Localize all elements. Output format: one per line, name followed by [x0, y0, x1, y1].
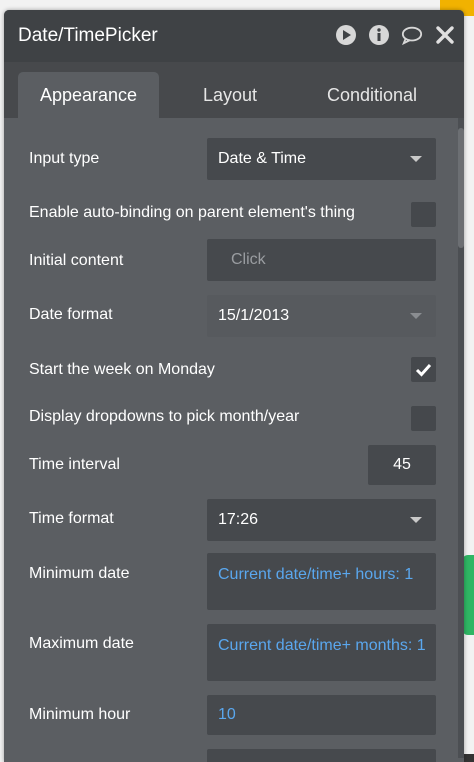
tab-appearance[interactable]: Appearance: [18, 72, 159, 118]
next-field-partial[interactable]: [207, 749, 436, 762]
tab-bar: Appearance Layout Conditional: [4, 62, 464, 118]
maximum-date-label: Maximum date: [29, 635, 134, 652]
close-icon[interactable]: [434, 24, 456, 46]
tab-layout[interactable]: Layout: [174, 72, 286, 118]
input-type-dropdown[interactable]: Date & Time: [207, 138, 436, 180]
time-interval-label: Time interval: [29, 456, 120, 473]
minimum-hour-value: 10: [218, 706, 236, 723]
auto-binding-label: Enable auto-binding on parent element's …: [29, 204, 355, 221]
minimum-date-value: Current date/time+ hours: 1: [218, 566, 414, 583]
time-interval-value: 45: [393, 456, 411, 473]
tab-conditional[interactable]: Conditional: [304, 72, 440, 118]
initial-content-input[interactable]: Click: [207, 239, 436, 281]
initial-content-label: Initial content: [29, 252, 124, 269]
start-monday-checkbox[interactable]: [411, 357, 436, 382]
time-format-label: Time format: [29, 510, 114, 527]
date-format-label: Date format: [29, 306, 113, 323]
time-format-value: 17:26: [218, 511, 259, 528]
input-type-label: Input type: [29, 150, 100, 167]
dropdowns-label: Display dropdowns to pick month/year: [29, 408, 300, 425]
info-icon[interactable]: [368, 24, 390, 46]
panel-titlebar[interactable]: Date/TimePicker: [4, 10, 464, 62]
play-icon[interactable]: [335, 24, 357, 46]
time-format-dropdown[interactable]: 17:26: [207, 499, 436, 541]
checkmark-icon: [415, 363, 432, 377]
date-format-value: 15/1/2013: [218, 307, 290, 324]
dropdowns-checkbox[interactable]: [411, 406, 436, 431]
initial-content-placeholder: Click: [231, 251, 266, 268]
minimum-hour-label: Minimum hour: [29, 706, 131, 723]
minimum-date-expression[interactable]: Current date/time+ hours: 1: [207, 553, 436, 610]
panel-title: Date/TimePicker: [18, 25, 158, 46]
time-interval-input[interactable]: 45: [368, 445, 436, 485]
chevron-down-icon: [410, 313, 422, 319]
auto-binding-checkbox[interactable]: [411, 202, 436, 227]
maximum-date-expression[interactable]: Current date/time+ months: 1: [207, 624, 436, 681]
input-type-value: Date & Time: [218, 150, 307, 167]
property-editor-panel: Date/TimePicker Appearance Layout Condit…: [4, 10, 464, 762]
minimum-date-label: Minimum date: [29, 565, 130, 582]
chevron-down-icon: [410, 517, 422, 523]
title-icons: [335, 24, 456, 46]
chevron-down-icon: [410, 156, 422, 162]
start-monday-label: Start the week on Monday: [29, 361, 215, 378]
scrollbar-thumb[interactable]: [458, 128, 464, 248]
date-format-dropdown[interactable]: 15/1/2013: [207, 295, 436, 337]
comment-icon[interactable]: [401, 24, 423, 46]
maximum-date-value: Current date/time+ months: 1: [218, 637, 426, 654]
minimum-hour-input[interactable]: 10: [207, 695, 436, 735]
